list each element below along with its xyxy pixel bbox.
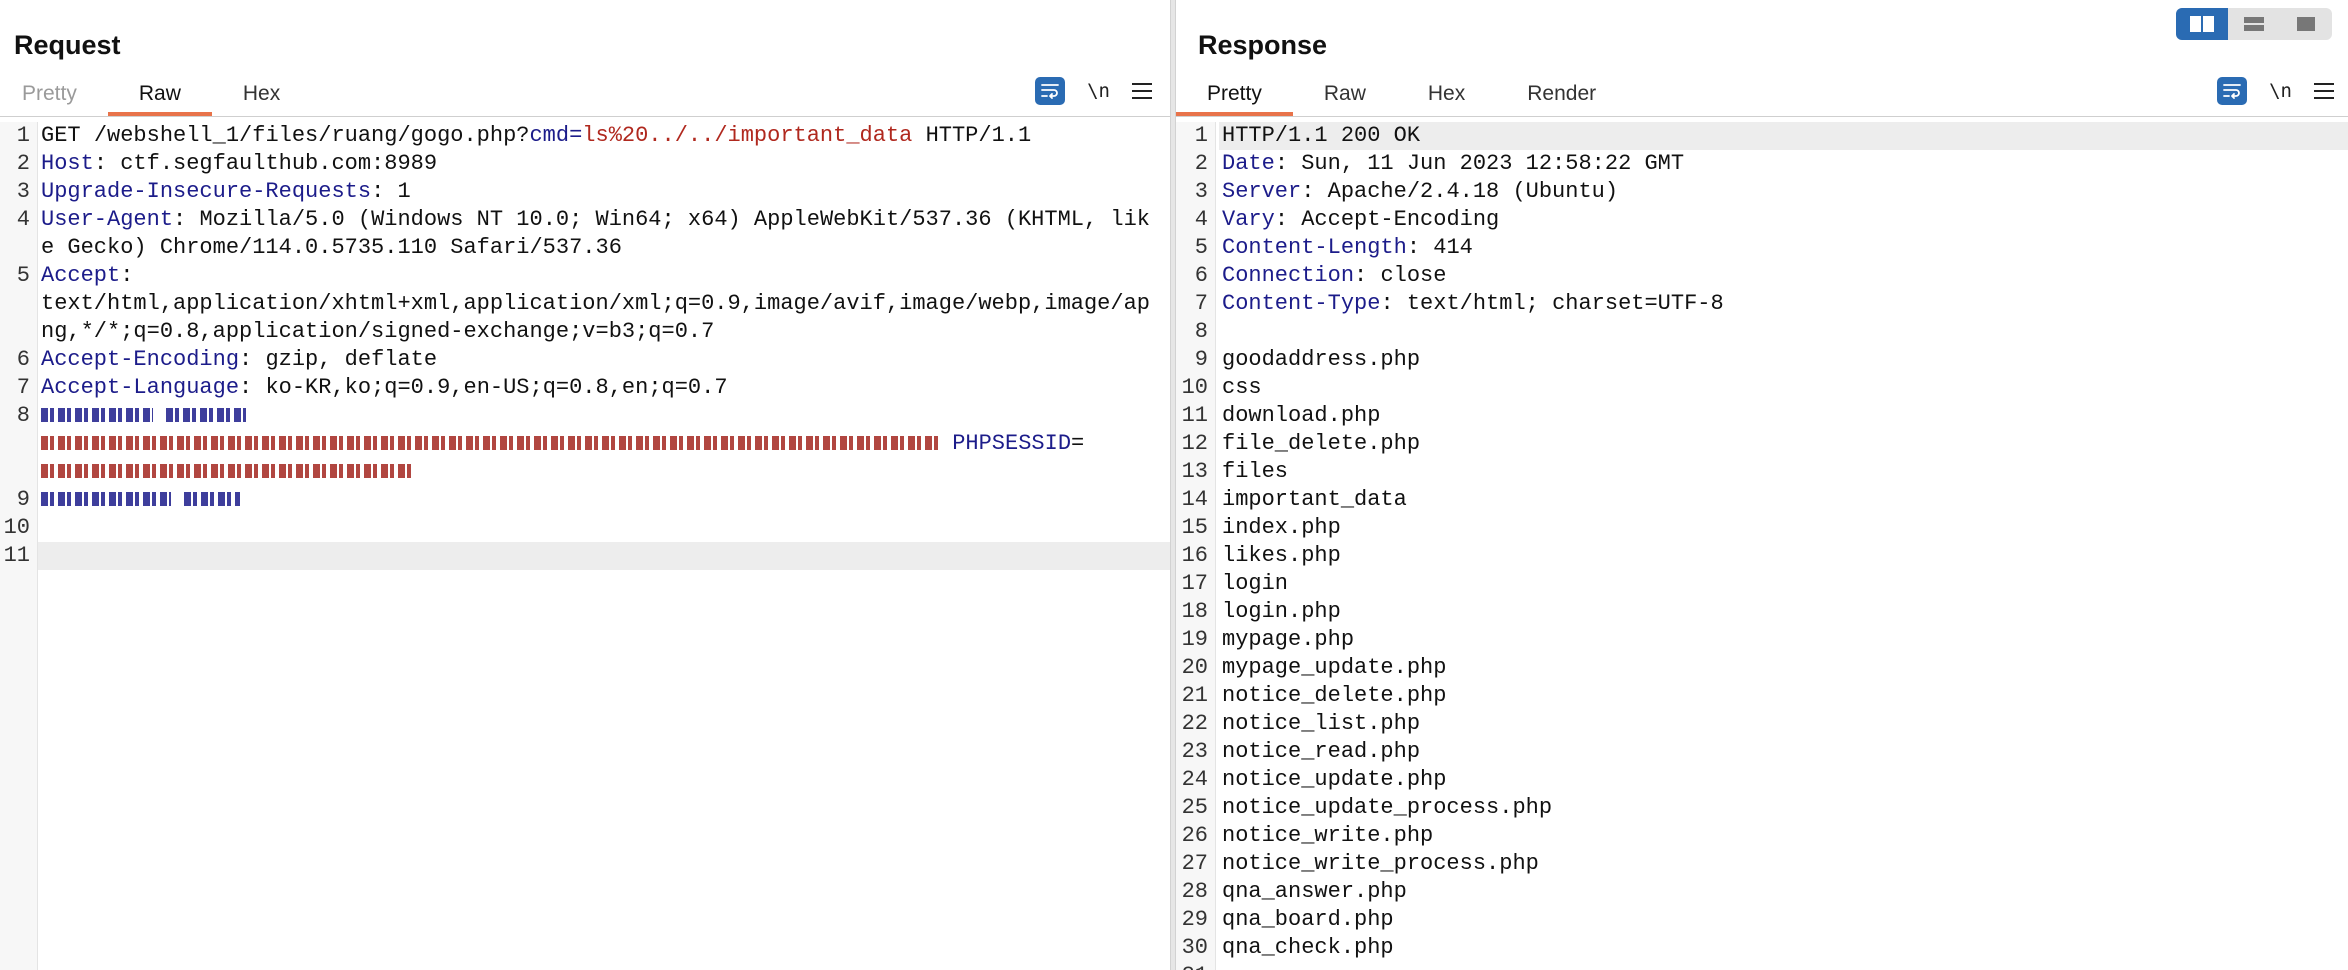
request-line-cookie-redacted: 8 PHPSESSID= (0, 402, 1170, 486)
request-tab-pretty[interactable]: Pretty (0, 76, 108, 116)
request-line: 7 Accept-Language: ko-KR,ko;q=0.9,en-US;… (16, 375, 728, 400)
response-body-line: 11 download.php (1181, 403, 1381, 428)
response-header-line: 2 Date: Sun, 11 Jun 2023 12:58:22 GMT (1194, 151, 1685, 176)
response-body-line: 23 notice_read.php (1181, 739, 1421, 764)
response-body-line: 20 mypage_update.php (1181, 655, 1447, 680)
response-body-line: 13 files (1181, 459, 1289, 484)
response-header-line: 4 Vary: Accept-Encoding (1194, 207, 1500, 232)
response-body-line: 27 notice_write_process.php (1181, 851, 1539, 876)
layout-single-icon[interactable] (2280, 8, 2332, 40)
response-toolbar: \n (2217, 76, 2334, 106)
response-tabs: Pretty Raw Hex Render (1176, 76, 1627, 116)
response-body-line: 22 notice_list.php (1181, 711, 1421, 736)
redacted-text (184, 492, 241, 507)
request-line-redacted: 9 (0, 486, 1170, 514)
response-tab-raw[interactable]: Raw (1293, 76, 1397, 116)
response-body-line: 24 notice_update.php (1181, 767, 1447, 792)
response-body-line: 18 login.php (1181, 599, 1341, 624)
response-body-line: 12 file_delete.php (1181, 431, 1421, 456)
response-header-line: 6 Connection: close (1194, 263, 1447, 288)
response-tab-divider (1176, 116, 2348, 117)
response-title: Response (1198, 30, 1328, 60)
response-header-line: 5 Content-Length: 414 (1194, 235, 1473, 260)
response-body-line: 17 login (1181, 571, 1289, 596)
request-line: 6 Accept-Encoding: gzip, deflate (16, 347, 438, 372)
request-line: 1 GET /webshell_1/files/ruang/gogo.php?c… (16, 123, 1032, 148)
newline-toggle-button[interactable]: \n (1087, 80, 1110, 102)
response-body-line: 30 qna_check.php (1181, 935, 1394, 960)
response-blank-line: 8 (1194, 319, 1208, 344)
request-toolbar: \n (1035, 76, 1152, 106)
response-tab-render[interactable]: Render (1496, 76, 1627, 116)
hamburger-menu-icon[interactable] (2314, 83, 2334, 99)
request-tab-divider (0, 116, 1170, 117)
response-body-line: 31 (1176, 962, 2348, 970)
response-body-line: 16 likes.php (1181, 543, 1341, 568)
request-line: 3 Upgrade-Insecure-Requests: 1 (16, 179, 411, 204)
response-body-line: 9 goodaddress.php (1194, 347, 1421, 372)
response-editor[interactable]: 1 HTTP/1.1 200 OK 2 Date: Sun, 11 Jun 20… (1176, 122, 2348, 970)
response-body-line: 14 important_data (1181, 487, 1407, 512)
response-header-line: 7 Content-Type: text/html; charset=UTF-8 (1194, 291, 1724, 316)
response-body-line: 29 qna_board.php (1181, 907, 1394, 932)
redacted-text (41, 492, 171, 507)
response-tab-hex[interactable]: Hex (1397, 76, 1496, 116)
response-body-line: 26 notice_write.php (1181, 823, 1434, 848)
request-line: 4 User-Agent: Mozilla/5.0 (Windows NT 10… (16, 207, 1150, 260)
layout-side-by-side-icon[interactable] (2176, 8, 2228, 40)
request-editor[interactable]: 1 GET /webshell_1/files/ruang/gogo.php?c… (0, 122, 1170, 970)
text-wrap-icon[interactable] (2217, 77, 2248, 105)
redacted-text (41, 464, 411, 479)
request-line: 2 Host: ctf.segfaulthub.com:8989 (16, 151, 438, 176)
request-tabs: Pretty Raw Hex (0, 76, 311, 116)
response-body-line: 28 qna_answer.php (1181, 879, 1407, 904)
response-tab-pretty[interactable]: Pretty (1176, 76, 1293, 116)
response-body-line: 10 css (1181, 375, 1262, 400)
request-title: Request (14, 30, 121, 60)
redacted-text (166, 408, 247, 423)
layout-switch (2176, 8, 2332, 40)
request-line-current[interactable]: 11 (0, 542, 1170, 570)
request-tab-hex[interactable]: Hex (212, 76, 311, 116)
response-body-line: 25 notice_update_process.php (1181, 795, 1553, 820)
request-tab-raw[interactable]: Raw (107, 76, 212, 116)
response-header-line: 3 Server: Apache/2.4.18 (Ubuntu) (1194, 179, 1619, 204)
hamburger-menu-icon[interactable] (1132, 83, 1152, 99)
request-pane: Request Pretty Raw Hex \n 1 GET /webshel… (0, 0, 1170, 970)
response-pane: Response Pretty Raw Hex Render \n 1 HTTP… (1176, 0, 2348, 970)
newline-toggle-button[interactable]: \n (2269, 80, 2292, 102)
redacted-text (41, 436, 939, 451)
response-body-line: 21 notice_delete.php (1181, 683, 1447, 708)
request-line: 10 (3, 515, 30, 540)
response-status-line: 1 HTTP/1.1 200 OK (1176, 122, 2348, 150)
layout-stacked-icon[interactable] (2228, 8, 2280, 40)
text-wrap-icon[interactable] (1035, 77, 1066, 105)
response-body-line: 15 index.php (1181, 515, 1341, 540)
response-body-line: 19 mypage.php (1181, 627, 1355, 652)
redacted-text (41, 408, 153, 423)
request-line: 5 Accept: text/html,application/xhtml+xm… (16, 263, 1150, 344)
